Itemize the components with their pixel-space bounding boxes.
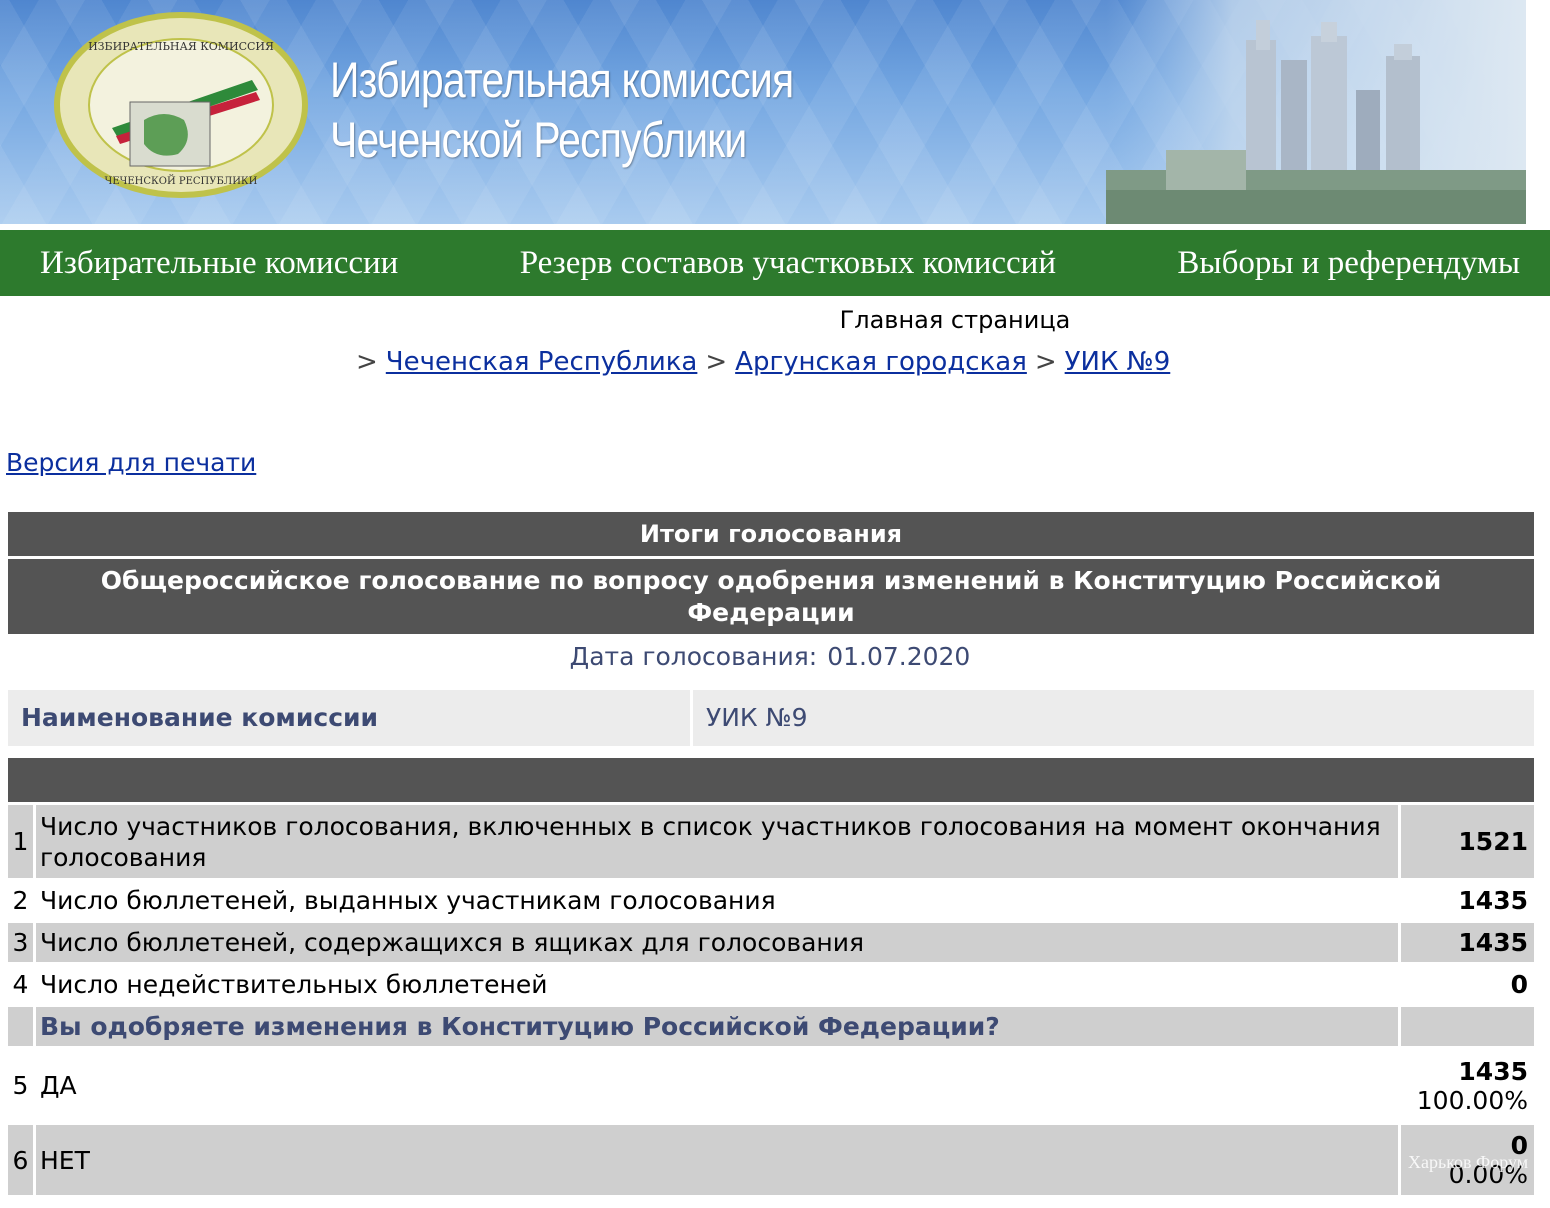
nav-item-elections[interactable]: Выборы и референдумы bbox=[1177, 245, 1520, 282]
svg-text:ИЗБИРАТЕЛЬНАЯ КОМИССИЯ: ИЗБИРАТЕЛЬНАЯ КОМИССИЯ bbox=[88, 40, 274, 53]
commission-name-row: Наименование комиссии УИК №9 bbox=[8, 690, 1534, 746]
row-value: 0 bbox=[1510, 970, 1528, 999]
main-nav: Избирательные комиссии Резерв составов у… bbox=[0, 230, 1550, 296]
table-row: 6 НЕТ 0 0.00% bbox=[8, 1125, 1534, 1195]
row-label: ДА bbox=[36, 1049, 1401, 1122]
row-number: 4 bbox=[8, 965, 36, 1004]
table-header-bar bbox=[8, 758, 1534, 802]
election-title: Общероссийское голосование по вопросу од… bbox=[8, 559, 1534, 634]
commission-emblem: ИЗБИРАТЕЛЬНАЯ КОМИССИЯ ЧЕЧЕНСКОЙ РЕСПУБЛ… bbox=[54, 12, 308, 198]
nav-item-election-commissions[interactable]: Избирательные комиссии bbox=[40, 245, 398, 282]
row-number: 1 bbox=[8, 805, 36, 878]
table-row: 4 Число недействительных бюллетеней 0 bbox=[8, 965, 1534, 1004]
row-label: Число бюллетеней, выданных участникам го… bbox=[36, 881, 1401, 920]
banner-title-line1: Избирательная комиссия bbox=[330, 52, 794, 108]
banner-title: Избирательная комиссия Чеченской Республ… bbox=[330, 50, 794, 170]
city-skyline-image bbox=[1106, 0, 1526, 224]
table-row: 1 Число участников голосования, включенн… bbox=[8, 805, 1534, 878]
row-number bbox=[8, 1007, 36, 1046]
results-header: Итоги голосования bbox=[8, 512, 1534, 556]
print-version-link[interactable]: Версия для печати bbox=[6, 448, 256, 477]
commission-name-value: УИК №9 bbox=[693, 690, 1534, 746]
voting-date: Дата голосования: 01.07.2020 bbox=[0, 642, 1540, 671]
home-page-link[interactable]: Главная страница bbox=[0, 306, 1550, 334]
breadcrumb-link-argun[interactable]: Аргунская городская bbox=[735, 347, 1027, 377]
row-number: 3 bbox=[8, 923, 36, 962]
answer-percent: 100.00% bbox=[1416, 1085, 1528, 1115]
row-number: 6 bbox=[8, 1125, 36, 1195]
voting-date-label: Дата голосования: bbox=[569, 642, 818, 671]
row-value: 1435 bbox=[1458, 886, 1528, 915]
breadcrumb-link-republic[interactable]: Чеченская Республика bbox=[386, 347, 698, 377]
voting-date-value: 01.07.2020 bbox=[827, 642, 971, 671]
row-label: Число участников голосования, включенных… bbox=[36, 805, 1401, 878]
breadcrumb-separator: > bbox=[1034, 347, 1057, 377]
row-value: 1435 100.00% bbox=[1401, 1049, 1534, 1122]
svg-text:ЧЕЧЕНСКОЙ РЕСПУБЛИКИ: ЧЕЧЕНСКОЙ РЕСПУБЛИКИ bbox=[105, 175, 258, 187]
commission-name-label: Наименование комиссии bbox=[8, 690, 690, 746]
breadcrumb-link-uik[interactable]: УИК №9 bbox=[1065, 347, 1171, 377]
row-label: НЕТ bbox=[36, 1125, 1401, 1195]
table-row: 3 Число бюллетеней, содержащихся в ящика… bbox=[8, 923, 1534, 962]
table-row: 5 ДА 1435 100.00% bbox=[8, 1049, 1534, 1122]
table-row: 2 Число бюллетеней, выданных участникам … bbox=[8, 881, 1534, 920]
row-label: Число бюллетеней, содержащихся в ящиках … bbox=[36, 923, 1401, 962]
breadcrumb-separator: > bbox=[705, 347, 728, 377]
results-table: 1 Число участников голосования, включенн… bbox=[8, 805, 1534, 1195]
breadcrumb-separator: > bbox=[356, 347, 378, 377]
row-number: 2 bbox=[8, 881, 36, 920]
row-value bbox=[1401, 1007, 1534, 1046]
row-value: 1435 bbox=[1401, 923, 1534, 962]
watermark-text: Харьков Форум bbox=[1408, 1152, 1529, 1172]
banner-title-line2: Чеченской Республики bbox=[330, 112, 747, 168]
breadcrumb: > Чеченская Республика > Аргунская городска… bbox=[356, 347, 1170, 377]
answer-count: 1435 bbox=[1458, 1056, 1528, 1086]
question-row: Вы одобряете изменения в Конституцию Рос… bbox=[8, 1007, 1534, 1046]
row-label: Число недействительных бюллетеней bbox=[36, 965, 1401, 1004]
row-value: 1521 bbox=[1401, 805, 1534, 878]
row-number: 5 bbox=[8, 1049, 36, 1122]
site-banner: ИЗБИРАТЕЛЬНАЯ КОМИССИЯ ЧЕЧЕНСКОЙ РЕСПУБЛ… bbox=[0, 0, 1526, 224]
question-label: Вы одобряете изменения в Конституцию Рос… bbox=[36, 1007, 1401, 1046]
nav-item-reserve[interactable]: Резерв составов участковых комиссий bbox=[520, 245, 1056, 282]
